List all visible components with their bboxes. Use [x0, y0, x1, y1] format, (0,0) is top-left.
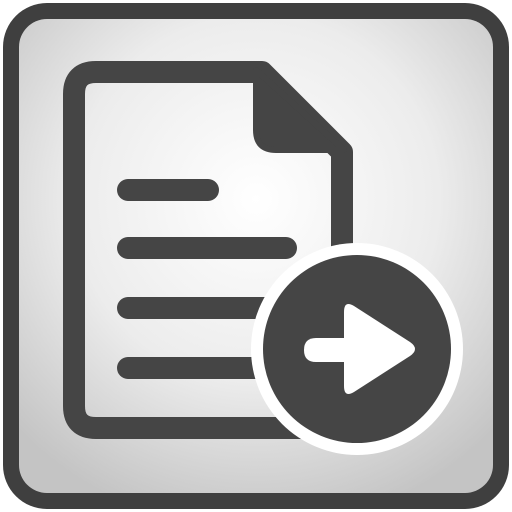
- arrow-right-circle-icon: [251, 243, 463, 455]
- export-document-app-icon[interactable]: [0, 0, 512, 512]
